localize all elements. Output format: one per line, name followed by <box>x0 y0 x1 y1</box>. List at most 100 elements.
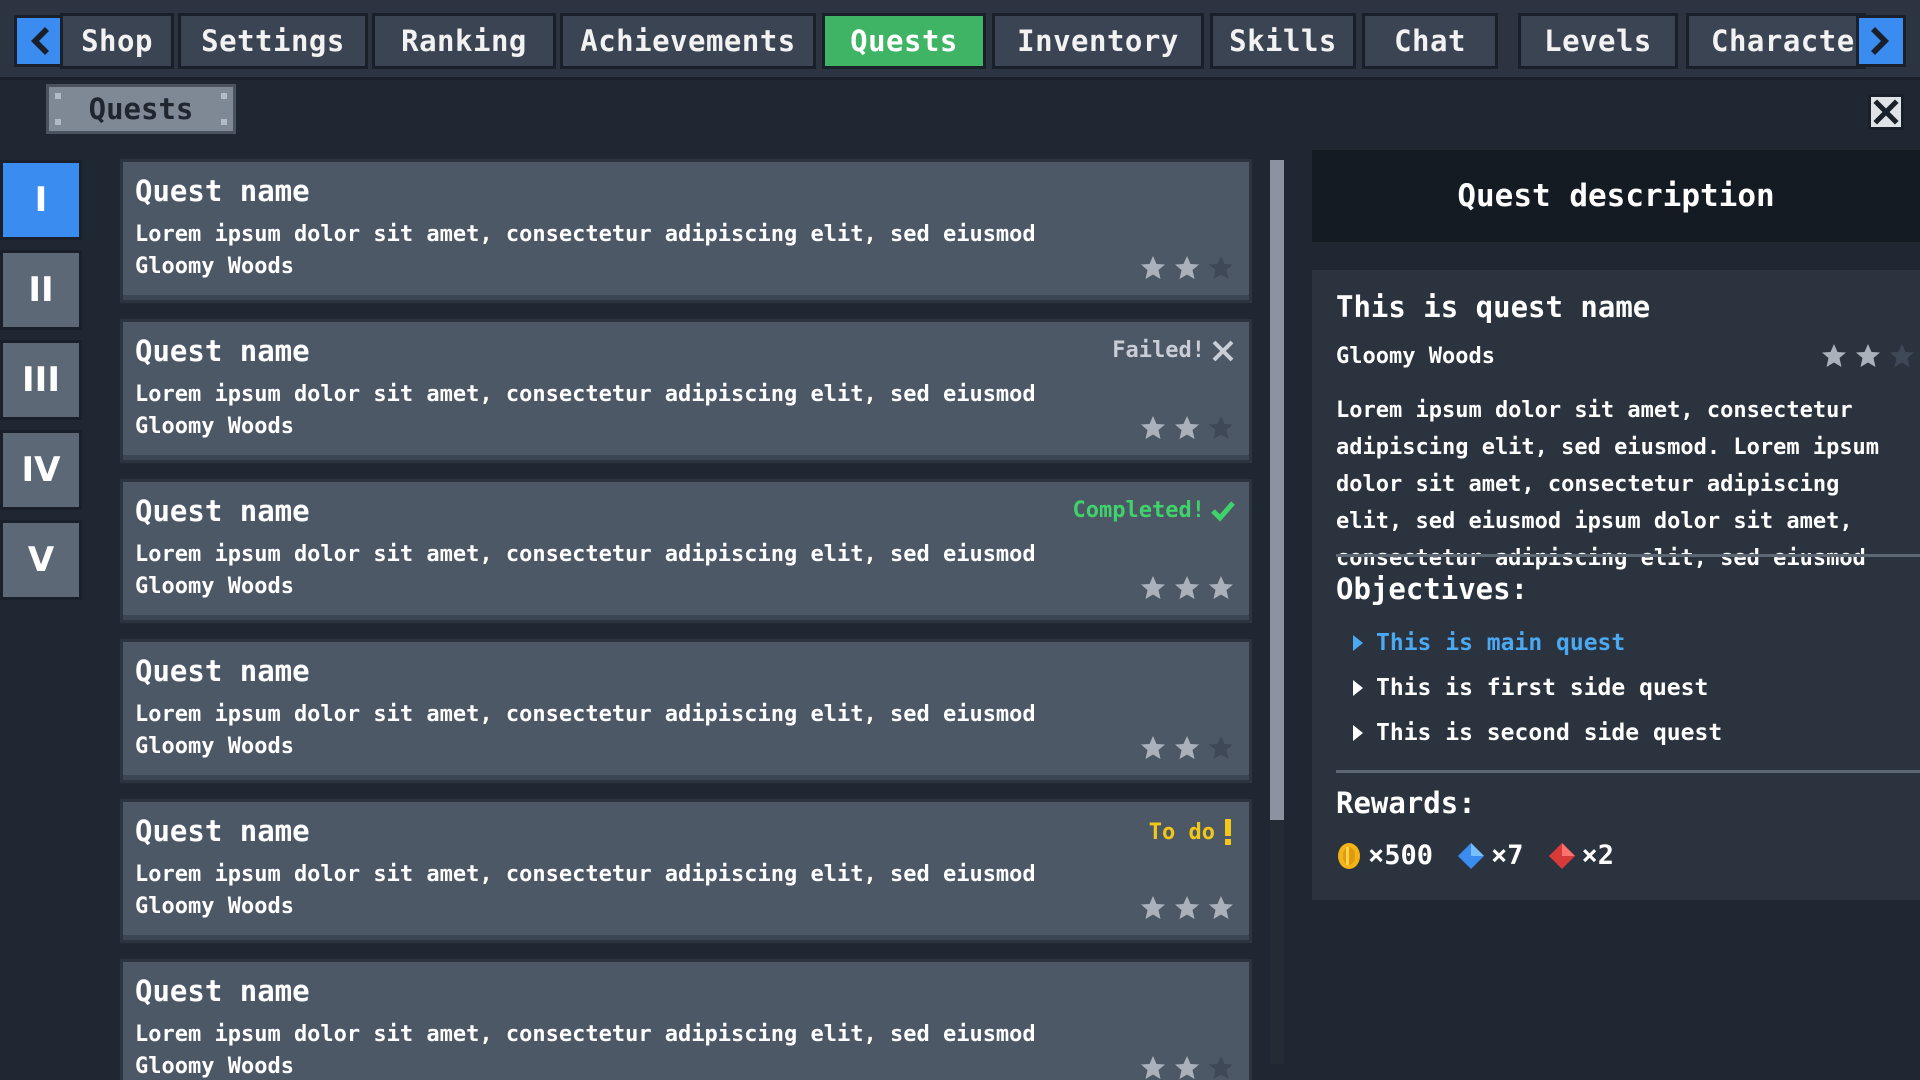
quest-status-failed: Failed! <box>1112 338 1235 363</box>
star-filled-icon <box>1173 574 1201 606</box>
tab-ranking[interactable]: Ranking <box>372 13 556 69</box>
quest-list: Quest name Lorem ipsum dolor sit amet, c… <box>120 159 1252 1080</box>
quest-location: Gloomy Woods <box>135 414 294 439</box>
detail-quest-location: Gloomy Woods <box>1336 344 1495 369</box>
star-filled-icon <box>1173 414 1201 446</box>
star-filled-icon <box>1207 894 1235 926</box>
tab-label: Quests <box>850 24 958 58</box>
quest-status-completed: Completed! <box>1073 498 1235 523</box>
quest-card[interactable]: Quest name Lorem ipsum dolor sit amet, c… <box>120 159 1252 303</box>
quest-description: Lorem ipsum dolor sit amet, consectetur … <box>135 382 1036 407</box>
failed-cross-icon <box>1212 340 1234 361</box>
tab-levels[interactable]: Levels <box>1518 13 1678 69</box>
star-filled-icon <box>1173 894 1201 926</box>
tab-settings[interactable]: Settings <box>178 13 368 69</box>
tab-skills[interactable]: Skills <box>1210 13 1356 69</box>
rivet-decoration <box>55 93 61 99</box>
quest-description: Lorem ipsum dolor sit amet, consectetur … <box>135 862 1036 887</box>
tab-chat[interactable]: Chat <box>1362 13 1498 69</box>
rewards-list: ×500 ×7 ×2 <box>1336 840 1614 871</box>
star-filled-icon <box>1139 414 1167 446</box>
chapter-tab-4[interactable]: IV <box>0 430 82 510</box>
quest-list-scrollbar[interactable] <box>1270 160 1284 1064</box>
quest-card[interactable]: Quest name Completed! Lorem ipsum dolor … <box>120 479 1252 623</box>
quest-description: Lorem ipsum dolor sit amet, consectetur … <box>135 1022 1036 1047</box>
triangle-bullet-icon <box>1353 725 1363 741</box>
quest-name: Quest name <box>135 814 310 848</box>
rivet-decoration <box>221 93 227 99</box>
chevron-left-icon <box>31 27 49 55</box>
quest-card[interactable]: Quest name Lorem ipsum dolor sit amet, c… <box>120 639 1252 783</box>
objective-main: This is main quest <box>1352 630 1625 656</box>
top-nav-bar: Shop Settings Ranking Achievements Quest… <box>0 0 1920 80</box>
divider <box>1336 770 1920 773</box>
checkmark-icon <box>1211 500 1235 522</box>
star-filled-icon <box>1173 1054 1201 1080</box>
quest-description: Lorem ipsum dolor sit amet, consectetur … <box>135 702 1036 727</box>
quest-card[interactable]: Quest name Lorem ipsum dolor sit amet, c… <box>120 959 1252 1080</box>
quest-description: Lorem ipsum dolor sit amet, consectetur … <box>135 542 1036 567</box>
quest-name: Quest name <box>135 654 310 688</box>
quest-description: Lorem ipsum dolor sit amet, consectetur … <box>135 222 1036 247</box>
tab-label: Inventory <box>1017 24 1179 58</box>
quest-rating <box>1139 254 1235 286</box>
quest-rating <box>1139 574 1235 606</box>
tab-strip: Shop Settings Ranking Achievements Quest… <box>60 13 1872 69</box>
quest-location: Gloomy Woods <box>135 254 294 279</box>
detail-quest-description: Lorem ipsum dolor sit amet, consectetur … <box>1336 398 1880 571</box>
star-filled-icon <box>1139 894 1167 926</box>
chapter-tab-5[interactable]: V <box>0 520 82 600</box>
tab-label: Settings <box>201 24 345 58</box>
tab-character[interactable]: Character <box>1686 13 1872 69</box>
star-filled-icon <box>1207 574 1235 606</box>
objectives-heading: Objectives: <box>1336 572 1529 606</box>
quest-name: Quest name <box>135 174 310 208</box>
scrollbar-thumb[interactable] <box>1270 160 1284 820</box>
status-label: To do <box>1148 819 1215 845</box>
quest-rating <box>1139 734 1235 766</box>
chapter-tab-1[interactable]: I <box>0 160 82 240</box>
detail-header-label: Quest description <box>1457 178 1775 214</box>
star-empty-icon <box>1207 734 1235 766</box>
quest-rating <box>1139 894 1235 926</box>
quest-card[interactable]: Quest name Failed! Lorem ipsum dolor sit… <box>120 319 1252 463</box>
star-empty-icon <box>1888 342 1916 374</box>
quest-name: Quest name <box>135 974 310 1008</box>
chapter-tab-2[interactable]: II <box>0 250 82 330</box>
rivet-decoration <box>221 119 227 125</box>
nav-left-arrow[interactable] <box>14 15 64 67</box>
reward-amount: ×500 <box>1368 840 1434 871</box>
tab-achievements[interactable]: Achievements <box>560 13 816 69</box>
red-gem-icon <box>1548 842 1575 869</box>
star-empty-icon <box>1207 254 1235 286</box>
tab-quests[interactable]: Quests <box>822 13 986 69</box>
detail-quest-title: This is quest name <box>1336 290 1651 324</box>
rivet-decoration <box>55 119 61 125</box>
star-filled-icon <box>1139 734 1167 766</box>
chapter-tab-3[interactable]: III <box>0 340 82 420</box>
quest-location: Gloomy Woods <box>135 734 294 759</box>
close-button[interactable] <box>1868 94 1904 130</box>
quest-card[interactable]: Quest name To do Lorem ipsum dolor sit a… <box>120 799 1252 943</box>
tab-inventory[interactable]: Inventory <box>992 13 1204 69</box>
tab-label: Achievements <box>580 24 796 58</box>
star-filled-icon <box>1854 342 1882 374</box>
rewards-heading: Rewards: <box>1336 786 1476 820</box>
quest-detail-panel: This is quest name Gloomy Woods Lorem ip… <box>1312 270 1920 900</box>
tab-shop[interactable]: Shop <box>60 13 174 69</box>
quest-rating <box>1139 1054 1235 1080</box>
chapter-label: V <box>27 540 55 580</box>
objective-label: This is main quest <box>1376 630 1626 656</box>
tab-label: Character <box>1711 24 1873 58</box>
chapter-label: I <box>34 180 48 220</box>
star-filled-icon <box>1173 734 1201 766</box>
chapter-label: II <box>28 270 54 310</box>
triangle-bullet-icon <box>1353 680 1363 696</box>
tab-label: Levels <box>1544 24 1652 58</box>
tab-label: Skills <box>1229 24 1337 58</box>
quest-name: Quest name <box>135 494 310 528</box>
tab-label: Shop <box>81 24 153 58</box>
divider <box>1336 554 1920 557</box>
nav-right-arrow[interactable] <box>1856 15 1906 67</box>
reward-red-gems: ×2 <box>1548 840 1614 871</box>
